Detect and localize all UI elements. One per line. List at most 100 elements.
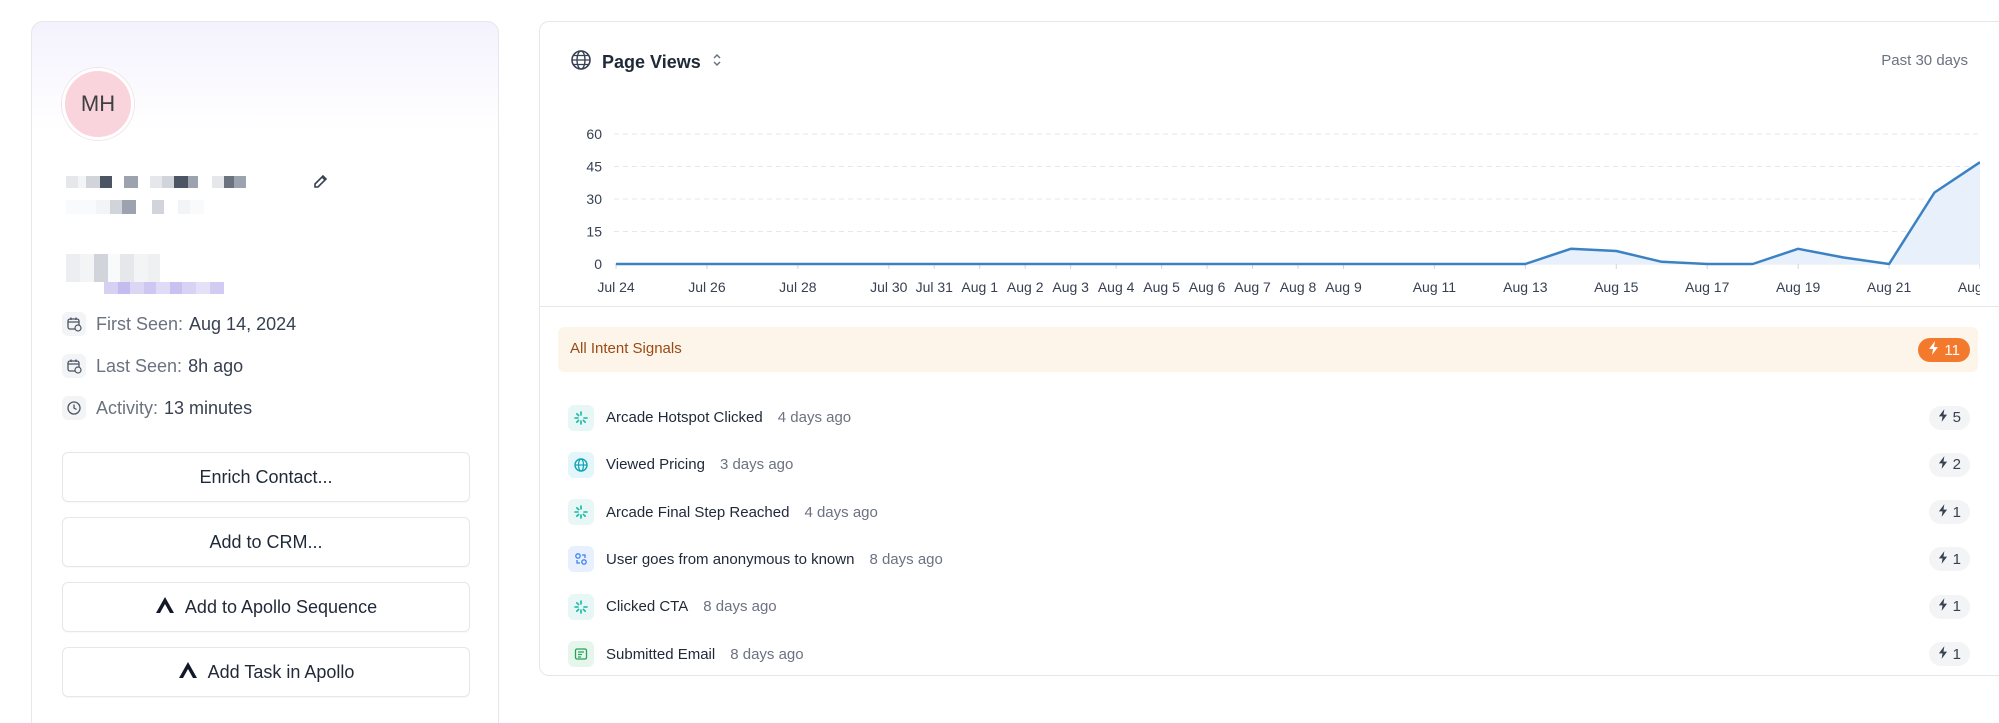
chart-title: Page Views xyxy=(602,51,701,72)
y-tick-label: 60 xyxy=(586,126,602,142)
x-tick-label: Aug 23 xyxy=(1958,279,1980,295)
signal-name: User goes from anonymous to known xyxy=(606,550,855,568)
x-tick-label: Aug 7 xyxy=(1234,279,1271,295)
last-seen-value: 8h ago xyxy=(188,355,244,376)
intent-signals-title: All Intent Signals xyxy=(570,340,682,357)
add-to-apollo-sequence-label: Add to Apollo Sequence xyxy=(184,596,378,617)
signal-time: 8 days ago xyxy=(730,645,804,663)
activity-row: Activity: 13 minutes xyxy=(62,393,252,423)
x-tick-label: Aug 15 xyxy=(1594,279,1639,295)
add-to-crm-button[interactable]: Add to CRM... xyxy=(62,517,470,567)
chart-metric-selector[interactable]: Page Views xyxy=(570,48,723,76)
avatar: MH xyxy=(62,68,134,140)
signal-time: 8 days ago xyxy=(869,550,943,568)
x-tick-label: Aug 2 xyxy=(1007,279,1044,295)
add-task-in-apollo-button[interactable]: Add Task in Apollo xyxy=(62,647,470,697)
intent-signal-row[interactable]: Clicked CTA 8 days ago 1 xyxy=(558,583,1978,630)
signal-score-badge: 5 xyxy=(1928,405,1970,430)
x-tick-label: Aug 11 xyxy=(1413,279,1457,295)
apollo-logo-icon xyxy=(178,661,198,684)
sparkle-icon xyxy=(568,404,594,431)
globe-icon xyxy=(570,49,592,76)
intent-signal-row[interactable]: Arcade Hotspot Clicked 4 days ago 5 xyxy=(558,394,1978,441)
x-tick-label: Aug 6 xyxy=(1189,279,1226,295)
globe-icon xyxy=(568,451,594,478)
signal-score: 1 xyxy=(1952,645,1961,663)
x-tick-label: Aug 17 xyxy=(1685,279,1730,295)
bolt-icon xyxy=(1938,598,1948,615)
signal-name: Viewed Pricing xyxy=(606,456,705,474)
signal-score: 1 xyxy=(1952,550,1961,568)
y-tick-label: 45 xyxy=(586,159,602,175)
x-tick-label: Aug 8 xyxy=(1280,279,1317,295)
signal-score: 1 xyxy=(1952,598,1961,616)
intent-score-total: 11 xyxy=(1944,341,1960,359)
activity-value: 13 minutes xyxy=(164,397,253,418)
add-to-apollo-sequence-button[interactable]: Add to Apollo Sequence xyxy=(62,582,470,632)
bolt-icon xyxy=(1928,341,1939,359)
last-seen-row: Last Seen: 8h ago xyxy=(62,351,243,381)
enrich-contact-button[interactable]: Enrich Contact... xyxy=(62,452,470,502)
first-seen-row: First Seen: Aug 14, 2024 xyxy=(62,309,296,339)
bolt-icon xyxy=(1938,551,1948,568)
x-tick-label: Jul 24 xyxy=(597,279,635,295)
x-tick-label: Aug 5 xyxy=(1143,279,1180,295)
signal-time: 8 days ago xyxy=(703,598,777,616)
intent-signal-row[interactable]: User goes from anonymous to known 8 days … xyxy=(558,536,1978,583)
date-range-label: Past 30 days xyxy=(1881,52,1968,69)
edit-icon[interactable] xyxy=(312,172,330,190)
series-line xyxy=(616,161,1980,266)
signal-score: 5 xyxy=(1952,409,1961,426)
page-views-chart: 0 15 30 45 60 Jul 24 Jul 26 Jul 28 Jul 30 Jul 31 A… xyxy=(586,126,1980,295)
enrich-contact-label: Enrich Contact... xyxy=(199,466,333,487)
signal-score: 1 xyxy=(1952,503,1961,521)
intent-signals-header: All Intent Signals 11 xyxy=(558,327,1978,372)
x-tick-label: Jul 26 xyxy=(688,279,726,295)
redacted-company xyxy=(66,254,160,282)
x-tick-label: Jul 28 xyxy=(779,279,817,295)
redacted-company-link xyxy=(104,282,224,294)
avatar-initials: MH xyxy=(80,91,116,116)
signal-time: 4 days ago xyxy=(804,503,878,521)
intent-signal-row[interactable]: Arcade Final Step Reached 4 days ago 1 xyxy=(558,489,1978,536)
x-tick-label: Aug 21 xyxy=(1867,279,1912,295)
activity-label: Activity: xyxy=(96,397,159,418)
redacted-title xyxy=(66,200,204,214)
signal-score-badge: 1 xyxy=(1928,642,1970,666)
series-area xyxy=(616,162,1980,264)
x-tick-label: Jul 31 xyxy=(916,279,954,295)
x-tick-label: Aug 19 xyxy=(1776,279,1821,295)
x-tick-label: Aug 4 xyxy=(1098,279,1135,295)
last-seen-label: Last Seen: xyxy=(96,355,183,376)
signal-name: Submitted Email xyxy=(606,645,716,663)
signal-name: Arcade Final Step Reached xyxy=(606,503,790,521)
add-task-in-apollo-label: Add Task in Apollo xyxy=(207,661,355,682)
signal-score-badge: 2 xyxy=(1928,452,1970,477)
apollo-logo-icon xyxy=(155,596,175,619)
redacted-name xyxy=(66,176,246,188)
bolt-icon xyxy=(1938,645,1948,663)
section-divider xyxy=(540,306,1999,307)
signal-score: 2 xyxy=(1952,456,1961,474)
x-tick-label: Aug 1 xyxy=(961,279,998,295)
activity-card: Page Views Past 30 days 0 15 30 45 60 Jul 24 J… xyxy=(539,21,1999,676)
x-tick-label: Aug 3 xyxy=(1052,279,1089,295)
form-icon xyxy=(568,641,594,667)
signal-score-badge: 1 xyxy=(1928,547,1970,572)
bolt-icon xyxy=(1938,409,1948,426)
signal-time: 3 days ago xyxy=(719,456,794,474)
bolt-icon xyxy=(1938,456,1948,473)
intent-signal-row[interactable]: Submitted Email 8 days ago 1 xyxy=(558,631,1978,678)
intent-signal-row[interactable]: Viewed Pricing 3 days ago 2 xyxy=(558,441,1978,488)
sparkle-icon xyxy=(568,593,594,620)
first-seen-label: First Seen: xyxy=(96,313,184,334)
signal-name: Arcade Hotspot Clicked xyxy=(606,409,763,426)
signal-name: Clicked CTA xyxy=(606,598,689,616)
first-seen-value: Aug 14, 2024 xyxy=(189,313,297,334)
add-to-crm-label: Add to CRM... xyxy=(209,531,323,552)
calendar-icon xyxy=(62,354,86,378)
profile-card: MH First Seen: Aug 14, 2024 Last Seen: 8… xyxy=(31,21,499,723)
x-tick-label: Aug 9 xyxy=(1325,279,1362,295)
bolt-icon xyxy=(1938,503,1948,521)
sort-chevron-icon xyxy=(711,52,723,73)
